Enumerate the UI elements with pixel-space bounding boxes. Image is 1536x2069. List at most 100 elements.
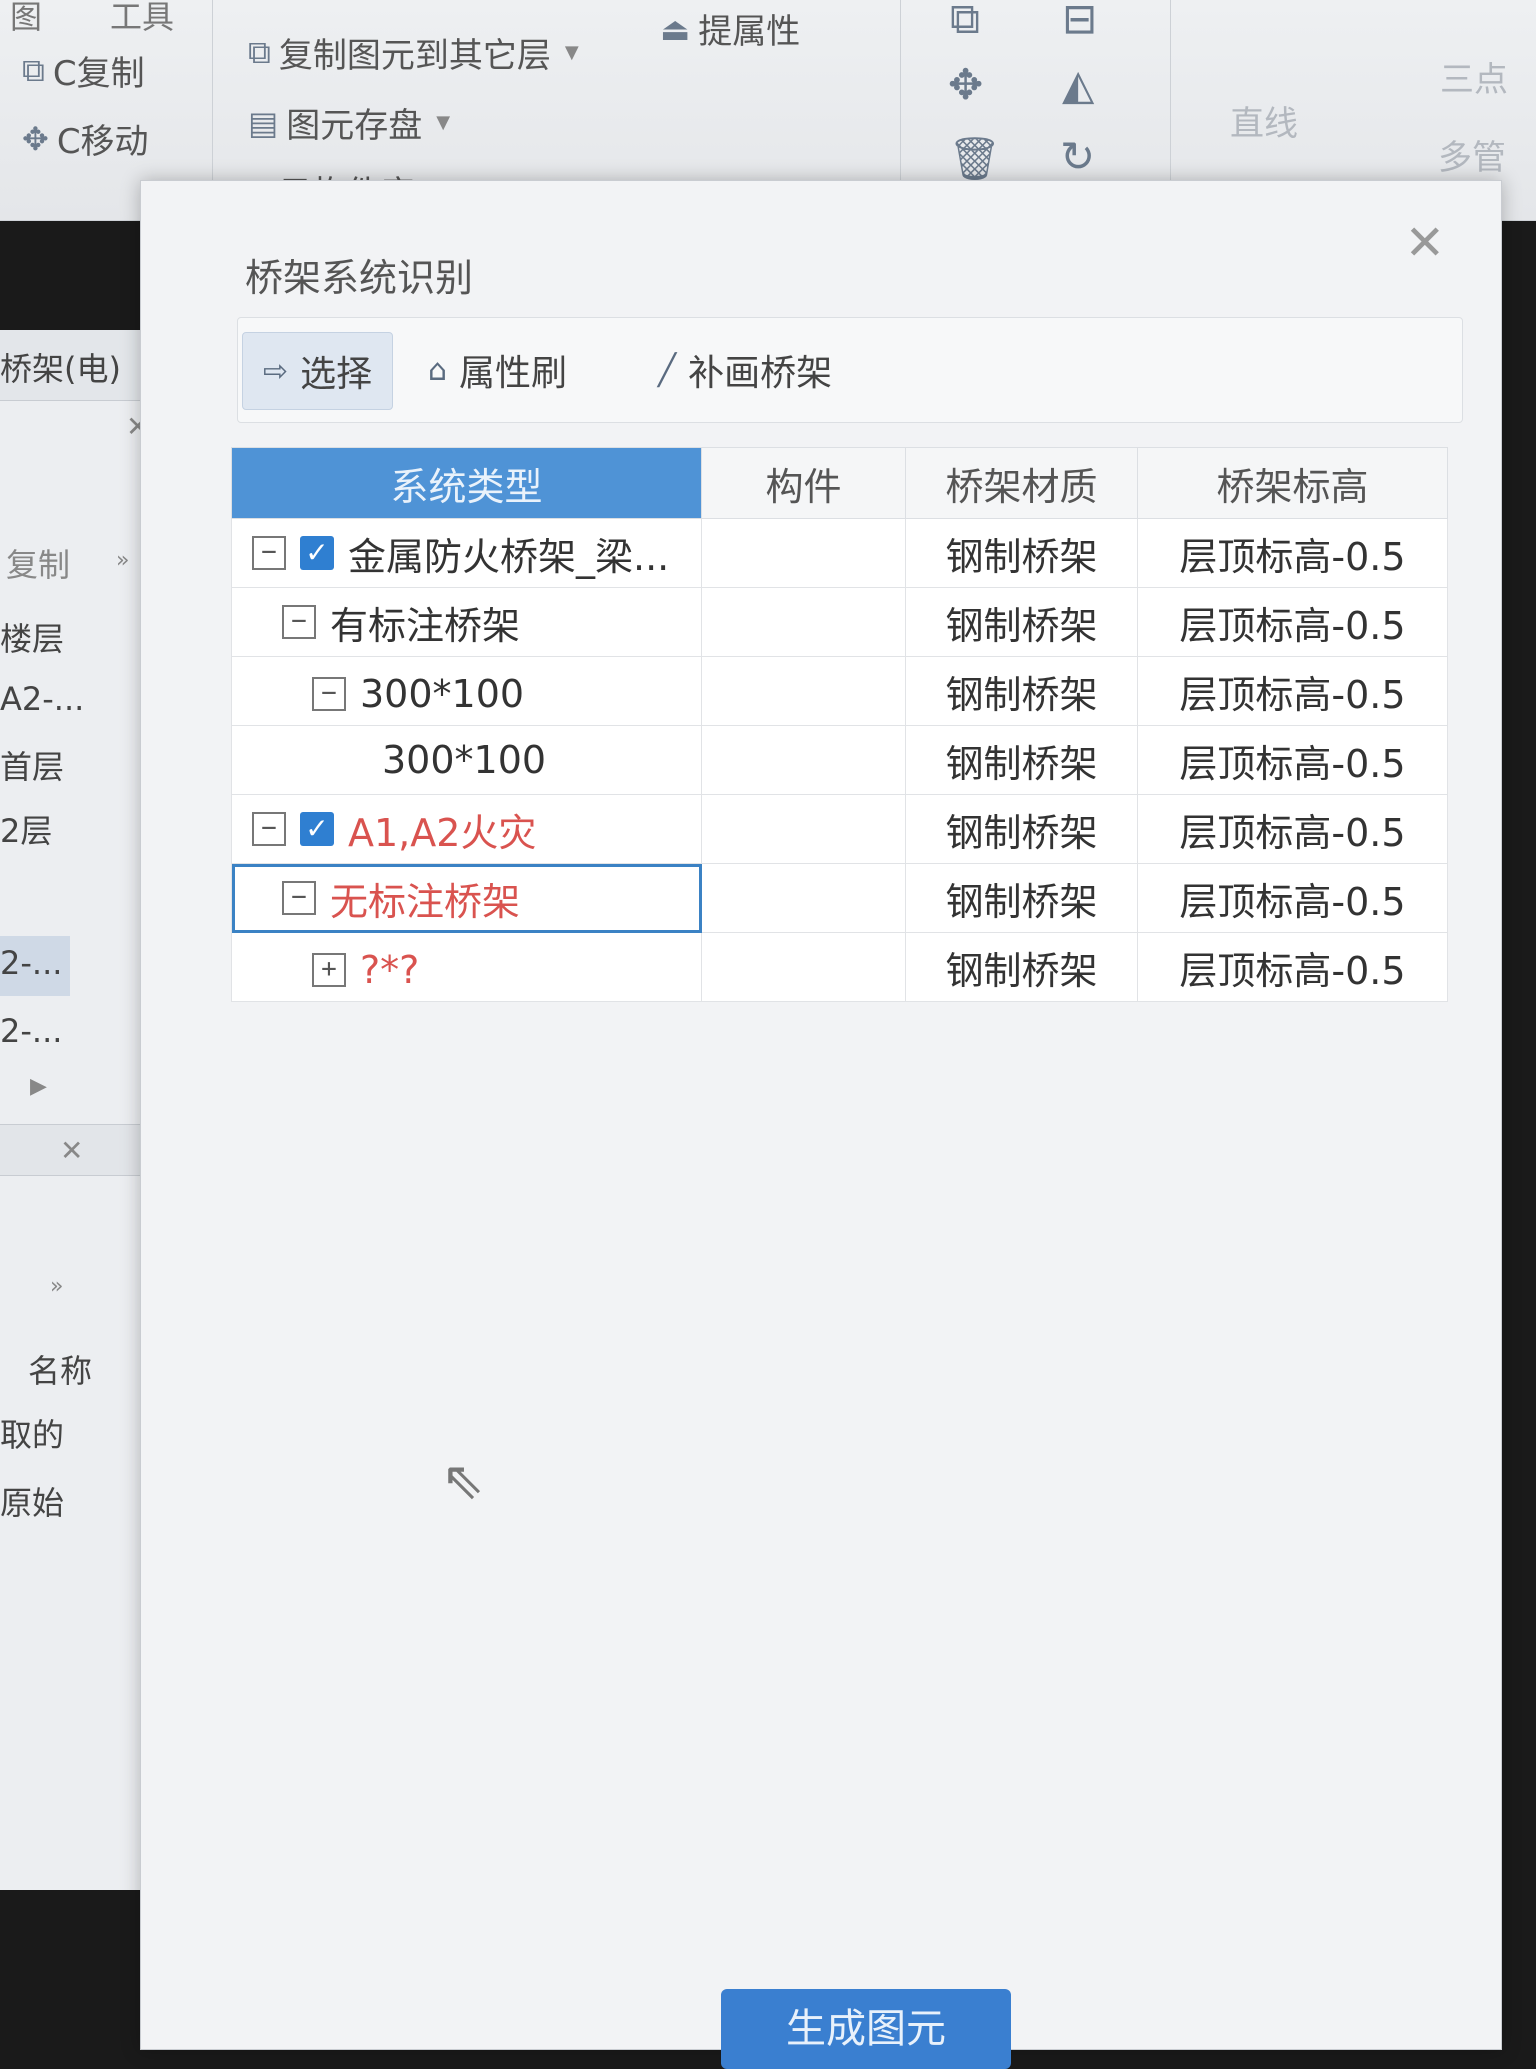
column-header-system-type[interactable]: 系统类型: [231, 447, 702, 519]
c-copy-label: C复制: [52, 54, 145, 94]
left-panel-copy-label: 复制: [6, 546, 71, 584]
close-icon[interactable]: ✕: [1405, 219, 1445, 267]
elevation-cell[interactable]: 层顶标高-0.5: [1137, 863, 1448, 933]
material-cell[interactable]: 钢制桥架: [905, 932, 1138, 1002]
attribute-brush-label: 属性刷: [459, 353, 568, 394]
component-cell[interactable]: [701, 518, 906, 588]
list-item[interactable]: 2层: [0, 806, 52, 852]
system-type-cell[interactable]: + ?*?: [231, 932, 702, 1002]
extract-attr-button[interactable]: ⏏ 提属性: [660, 4, 800, 53]
left-panel-copy[interactable]: 复制: [6, 540, 70, 586]
component-cell[interactable]: [701, 725, 906, 795]
collapse-toggle-icon[interactable]: −: [312, 677, 346, 711]
extract-icon: ⏏: [660, 9, 691, 48]
left-panel-title: 桥架(电): [0, 350, 121, 388]
expand-arrow-icon[interactable]: ▶: [30, 1074, 47, 1099]
component-cell[interactable]: [701, 587, 906, 657]
move-icon: ✥: [22, 119, 49, 158]
list-item[interactable]: 首层: [0, 742, 64, 788]
material-cell[interactable]: 钢制桥架: [905, 518, 1138, 588]
offset-icon[interactable]: ⊟: [1062, 0, 1097, 43]
ribbon-tab-partial[interactable]: 图: [10, 0, 42, 38]
three-point-label[interactable]: 三点: [1440, 52, 1508, 101]
double-chevron-icon[interactable]: »: [50, 1274, 63, 1299]
multi-pipe-label[interactable]: 多管: [1438, 130, 1506, 179]
draw-line-icon: ╱: [658, 352, 677, 388]
elevation-cell[interactable]: 层顶标高-0.5: [1137, 932, 1448, 1002]
draw-tray-label: 补画桥架: [688, 353, 833, 394]
row-name: 300*100: [382, 738, 547, 782]
column-header-elevation[interactable]: 桥架标高: [1137, 447, 1448, 519]
close-icon[interactable]: ✕: [60, 1134, 83, 1167]
column-header-component[interactable]: 构件: [701, 447, 906, 519]
table-row[interactable]: − 有标注桥架 钢制桥架 层顶标高-0.5: [231, 587, 1448, 657]
table-row[interactable]: 300*100 钢制桥架 层顶标高-0.5: [231, 725, 1448, 795]
line-tool-label[interactable]: 直线: [1230, 96, 1298, 145]
system-type-cell[interactable]: − ✓ A1,A2火灾: [231, 794, 702, 864]
material-cell[interactable]: 钢制桥架: [905, 794, 1138, 864]
collapse-toggle-icon[interactable]: −: [252, 536, 286, 571]
material-cell[interactable]: 钢制桥架: [905, 725, 1138, 795]
list-item[interactable]: 2-...: [0, 1012, 62, 1050]
row-name: A1,A2火灾: [348, 810, 537, 855]
generate-elements-button[interactable]: 生成图元: [721, 1989, 1011, 2069]
extract-attr-label: 提属性: [698, 12, 801, 52]
table-row[interactable]: − 无标注桥架 钢制桥架 层顶标高-0.5: [231, 863, 1448, 933]
elevation-cell[interactable]: 层顶标高-0.5: [1137, 587, 1448, 657]
material-cell[interactable]: 钢制桥架: [905, 587, 1138, 657]
delete-icon[interactable]: 🗑: [948, 134, 1001, 184]
collapse-toggle-icon[interactable]: −: [252, 812, 286, 847]
double-chevron-icon[interactable]: »: [116, 548, 129, 573]
checkbox-checked-icon[interactable]: ✓: [300, 536, 334, 571]
elevation-cell[interactable]: 层顶标高-0.5: [1137, 656, 1448, 726]
system-type-cell[interactable]: − 有标注桥架: [231, 587, 702, 657]
dialog-toolbar: ⇨ 选择 ⌂ 属性刷 ╱ 补画桥架: [237, 317, 1463, 423]
table-row[interactable]: − ✓ A1,A2火灾 钢制桥架 层顶标高-0.5: [231, 794, 1448, 864]
expand-toggle-icon[interactable]: +: [312, 953, 346, 987]
material-cell[interactable]: 钢制桥架: [905, 863, 1138, 933]
attribute-brush-button[interactable]: ⌂ 属性刷: [408, 332, 587, 408]
c-move-button[interactable]: ✥ C移动: [22, 114, 149, 163]
elevation-cell[interactable]: 层顶标高-0.5: [1137, 518, 1448, 588]
property-label: 名称: [28, 1352, 93, 1390]
ribbon-divider: [212, 0, 213, 200]
elevation-cell[interactable]: 层顶标高-0.5: [1137, 725, 1448, 795]
collapse-toggle-icon[interactable]: −: [282, 881, 316, 916]
mirror-icon[interactable]: ◭: [1062, 60, 1094, 109]
system-type-cell[interactable]: − ✓ 金属防火桥架_梁...: [231, 518, 702, 588]
table-header-row: 系统类型 构件 桥架材质 桥架标高: [231, 447, 1448, 519]
list-item[interactable]: A2-...: [0, 680, 84, 718]
row-name: 300*100: [360, 672, 525, 716]
elevation-cell[interactable]: 层顶标高-0.5: [1137, 794, 1448, 864]
draw-tray-button[interactable]: ╱ 补画桥架: [638, 332, 852, 408]
component-cell[interactable]: [701, 656, 906, 726]
save-element-label: 图元存盘: [286, 106, 423, 146]
select-button[interactable]: ⇨ 选择: [242, 332, 394, 410]
material-cell[interactable]: 钢制桥架: [905, 656, 1138, 726]
copy-to-layer-button[interactable]: ⧉ 复制图元到其它层 ▼: [248, 28, 579, 77]
system-type-cell[interactable]: − 无标注桥架: [231, 863, 702, 933]
component-cell[interactable]: [701, 932, 906, 1002]
table-row[interactable]: + ?*? 钢制桥架 层顶标高-0.5: [231, 932, 1448, 1002]
collapse-toggle-icon[interactable]: −: [282, 605, 316, 640]
layers-copy-icon: ⧉: [248, 33, 271, 71]
table-row[interactable]: − 300*100 钢制桥架 层顶标高-0.5: [231, 656, 1448, 726]
duplicate-icon[interactable]: ⧉: [950, 0, 980, 44]
c-copy-button[interactable]: ⧉ C复制: [22, 46, 145, 95]
ribbon-tab-tools[interactable]: 工具: [110, 0, 174, 38]
column-header-material[interactable]: 桥架材质: [905, 447, 1138, 519]
rotate-icon[interactable]: ↻: [1060, 132, 1095, 181]
checkbox-checked-icon[interactable]: ✓: [300, 812, 334, 847]
ribbon-divider: [900, 0, 901, 200]
copy-to-layer-label: 复制图元到其它层: [278, 36, 551, 76]
tray-system-recognition-dialog: 桥架系统识别 ✕ ⇨ 选择 ⌂ 属性刷 ╱ 补画桥架 系统类型 构件 桥架材质 …: [140, 180, 1502, 2069]
table-row[interactable]: − ✓ 金属防火桥架_梁... 钢制桥架 层顶标高-0.5: [231, 518, 1448, 588]
system-type-cell[interactable]: − 300*100: [231, 656, 702, 726]
component-cell[interactable]: [701, 863, 906, 933]
list-item[interactable]: 楼层: [0, 614, 64, 660]
save-element-button[interactable]: ▤ 图元存盘 ▼: [248, 98, 450, 147]
system-type-cell[interactable]: 300*100: [231, 725, 702, 795]
component-cell[interactable]: [701, 794, 906, 864]
move-tool-icon[interactable]: ✥: [948, 60, 983, 109]
list-item[interactable]: 2-...: [0, 944, 62, 982]
